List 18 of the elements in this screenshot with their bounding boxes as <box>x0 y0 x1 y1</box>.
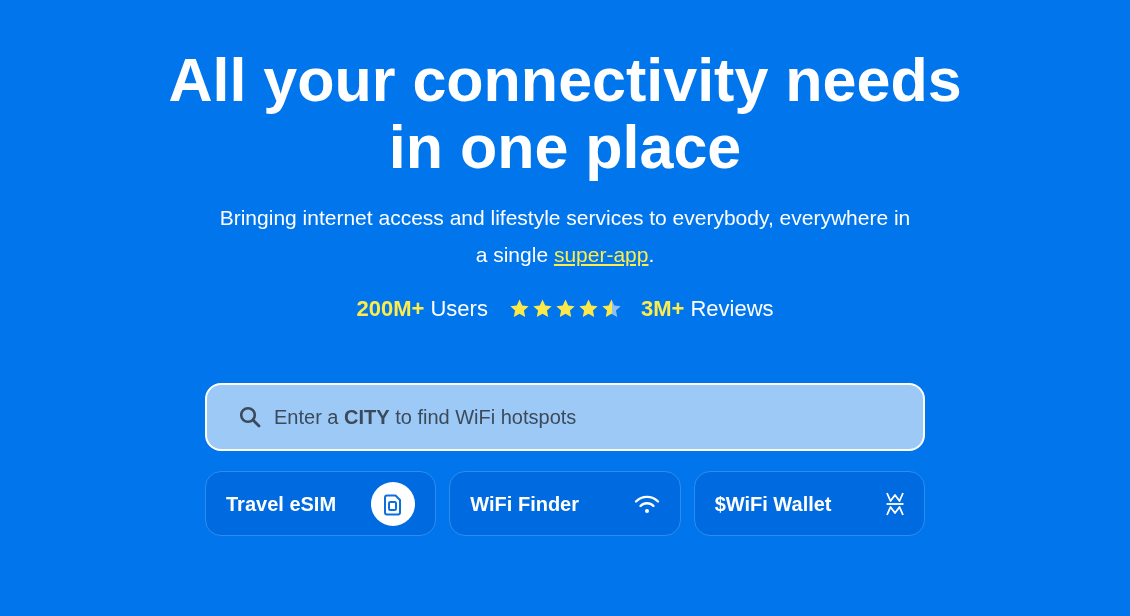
wallet-button[interactable]: $WiFi Wallet <box>693 471 925 536</box>
star-icon <box>578 298 598 318</box>
wifi-finder-button[interactable]: WiFi Finder <box>449 471 681 536</box>
reviews-count: 3M+ Reviews <box>640 294 774 323</box>
subtitle-text: Bringing internet access and lifestyle services to everybody, everywhere in a single super-app. <box>219 205 911 268</box>
super-app-link[interactable]: super-app <box>553 243 649 266</box>
sim-card-icon <box>371 481 416 526</box>
star-icon <box>532 298 552 318</box>
users-count: 200M+ Users <box>356 294 488 323</box>
search-field[interactable]: Enter a CITY to find WiFi hotspots <box>205 383 925 451</box>
headline: All your connectivity needs in one place <box>168 47 962 181</box>
half-star-icon <box>601 298 621 318</box>
travel-esim-button[interactable]: Travel eSIM <box>205 471 437 536</box>
wifi-icon <box>633 493 660 514</box>
search-icon <box>239 406 261 428</box>
star-icon <box>555 298 575 318</box>
star-icon <box>509 298 529 318</box>
wallet-logo-icon <box>886 491 904 516</box>
